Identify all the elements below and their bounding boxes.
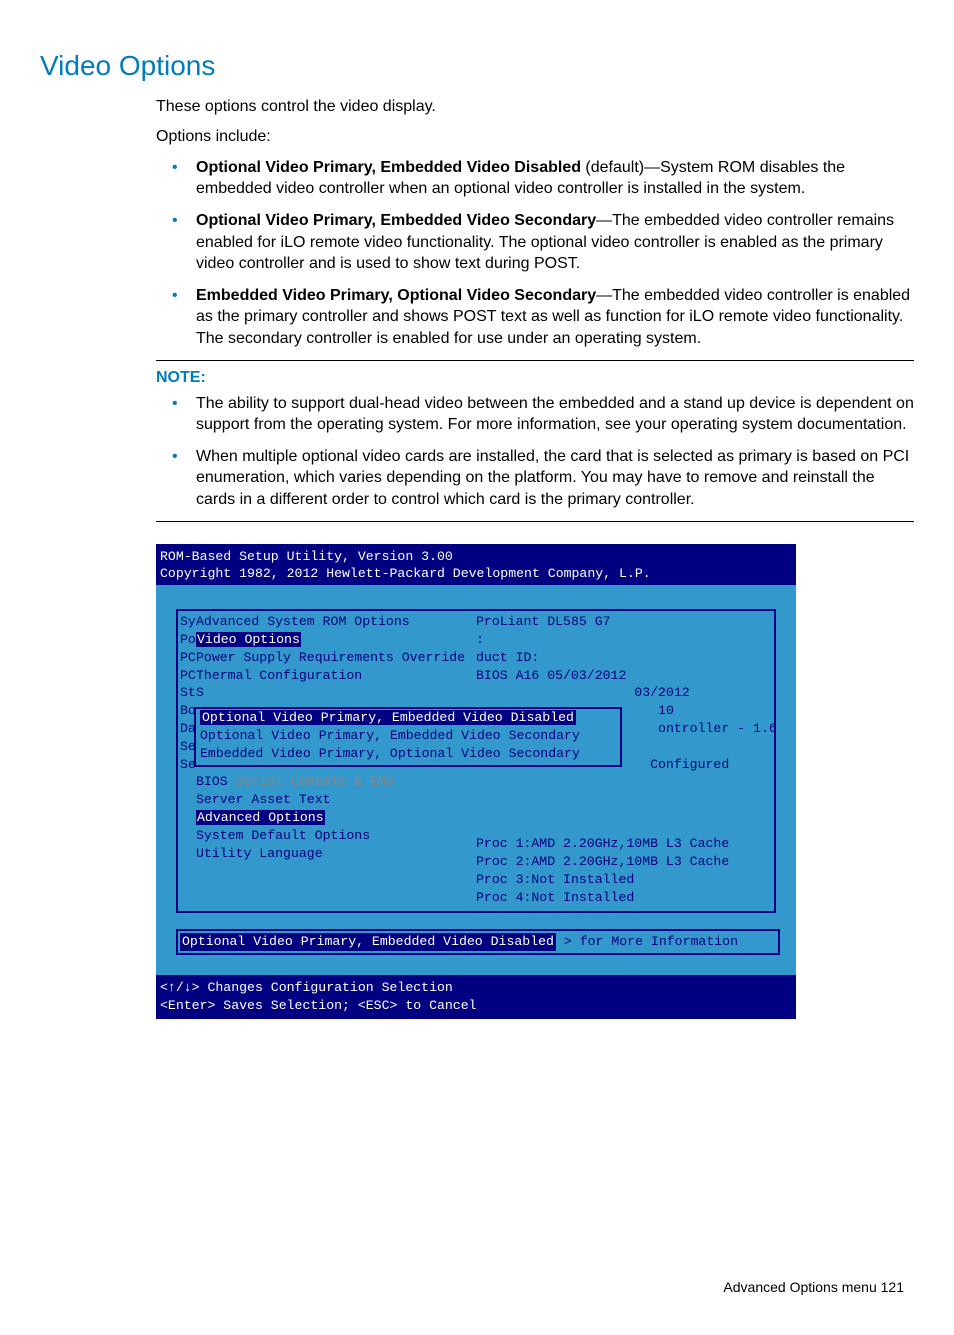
- menu-fragment: BIOS: [196, 774, 228, 789]
- video-options-popup: Optional Video Primary, Embedded Video D…: [194, 707, 622, 766]
- bios-header-line2: Copyright 1982, 2012 Hewlett-Packard Dev…: [160, 566, 651, 581]
- option-item: Embedded Video Primary, Optional Video S…: [196, 285, 914, 350]
- option-item: Optional Video Primary, Embedded Video S…: [196, 210, 914, 275]
- menu-fragment-grey: Serial Console & EMS: [228, 774, 394, 789]
- note-item: When multiple optional video cards are i…: [196, 446, 914, 511]
- popup-item-selected[interactable]: Optional Video Primary, Embedded Video D…: [196, 709, 620, 727]
- menu-item-selected[interactable]: Video Options: [196, 632, 301, 647]
- divider: [156, 521, 914, 522]
- intro-text-1: These options control the video display.: [156, 96, 914, 118]
- menu-item[interactable]: Thermal Configuration: [196, 668, 362, 683]
- option-name: Optional Video Primary, Embedded Video S…: [196, 212, 596, 229]
- note-block: The ability to support dual-head video b…: [156, 393, 914, 511]
- status-selection: Optional Video Primary, Embedded Video D…: [180, 933, 556, 951]
- note-item: The ability to support dual-head video b…: [196, 393, 914, 436]
- menu-item[interactable]: System Default Options: [196, 828, 370, 843]
- popup-item[interactable]: Embedded Video Primary, Optional Video S…: [196, 745, 620, 763]
- info-line: :: [476, 632, 484, 647]
- menu-item-highlight[interactable]: Advanced Options: [196, 810, 325, 825]
- option-name: Embedded Video Primary, Optional Video S…: [196, 287, 596, 304]
- bios-status-bar: Optional Video Primary, Embedded Video D…: [176, 929, 780, 955]
- options-list: Optional Video Primary, Embedded Video D…: [156, 157, 914, 350]
- bios-header-line1: ROM-Based Setup Utility, Version 3.00: [160, 549, 453, 564]
- menu-item[interactable]: Advanced System ROM Options: [196, 614, 410, 629]
- divider: [156, 360, 914, 361]
- note-list: The ability to support dual-head video b…: [156, 393, 914, 511]
- info-line: BIOS A16 05/03/2012: [476, 668, 626, 683]
- processor-info: Proc 1:AMD 2.20GHz,10MB L3 Cache Proc 2:…: [476, 835, 729, 906]
- option-item: Optional Video Primary, Embedded Video D…: [196, 157, 914, 200]
- footer-hint-1: <↑/↓> Changes Configuration Selection: [160, 980, 453, 995]
- status-hint: > for More Information: [564, 934, 738, 949]
- page-footer: Advanced Options menu 121: [40, 1279, 914, 1295]
- bios-screenshot: ROM-Based Setup Utility, Version 3.00 Co…: [156, 544, 796, 1019]
- popup-item-label: Optional Video Primary, Embedded Video D…: [200, 710, 576, 725]
- bios-footer: <↑/↓> Changes Configuration Selection <E…: [156, 975, 796, 1019]
- option-name: Optional Video Primary, Embedded Video D…: [196, 159, 581, 176]
- menu-item[interactable]: Utility Language: [196, 846, 323, 861]
- bios-header: ROM-Based Setup Utility, Version 3.00 Co…: [156, 544, 796, 586]
- section-title: Video Options: [40, 50, 914, 82]
- intro-block: These options control the video display.…: [156, 96, 914, 350]
- menu-item[interactable]: Server Asset Text: [196, 792, 331, 807]
- info-line: duct ID:: [476, 650, 539, 665]
- info-line: 03/2012: [634, 685, 689, 700]
- bios-body: Sy Po PC PC St Bo Da Se Se Advanced Syst…: [156, 585, 796, 975]
- menu-item[interactable]: Power Supply Requirements Override: [196, 650, 465, 665]
- info-line: Configured: [650, 757, 729, 772]
- popup-item[interactable]: Optional Video Primary, Embedded Video S…: [196, 727, 620, 745]
- intro-text-2: Options include:: [156, 126, 914, 148]
- info-line: 10: [658, 703, 674, 718]
- info-line: ProLiant DL585 G7: [476, 614, 611, 629]
- note-label: NOTE:: [156, 369, 914, 387]
- footer-hint-2: <Enter> Saves Selection; <ESC> to Cancel: [160, 998, 477, 1013]
- info-line: ontroller - 1.6: [658, 721, 777, 736]
- menu-item: S: [196, 685, 204, 700]
